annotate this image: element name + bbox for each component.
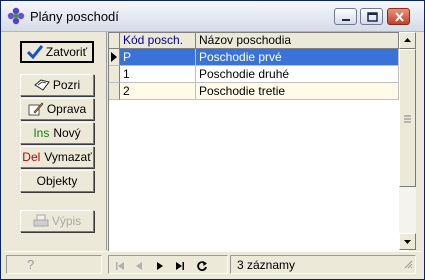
last-record-icon[interactable] <box>172 258 188 274</box>
minimize-button[interactable] <box>334 8 357 25</box>
ins-shortcut-label: Ins <box>33 126 50 140</box>
row-indicator <box>109 66 120 83</box>
navigator-panel <box>108 255 228 274</box>
first-record-icon[interactable] <box>112 258 128 274</box>
view-button[interactable]: Pozri <box>20 74 94 96</box>
new-button[interactable]: Ins Nový <box>20 122 94 144</box>
delete-button[interactable]: Del Vymazať <box>20 146 94 168</box>
view-label: Pozri <box>52 78 81 92</box>
objects-label: Objekty <box>36 174 78 188</box>
header-indicator <box>109 33 120 49</box>
record-count: 3 záznamy <box>237 258 296 272</box>
table-row[interactable]: P Poschodie prvé <box>109 49 399 66</box>
cell-code[interactable]: P <box>120 49 196 66</box>
floor-plans-grid[interactable]: Kód posch. Názov poschodia P Poschodie p… <box>108 32 409 251</box>
window-title: Plány poschodí <box>30 9 119 24</box>
cell-name[interactable]: Poschodie tretie <box>196 83 399 100</box>
edit-button[interactable]: Oprava <box>20 98 94 120</box>
previous-record-icon[interactable] <box>131 258 147 274</box>
next-record-icon[interactable] <box>152 258 168 274</box>
print-button[interactable]: Výpis <box>20 210 94 232</box>
column-header-code[interactable]: Kód posch. <box>120 33 196 49</box>
status-bar: ? 3 záznamy <box>4 251 421 278</box>
cell-code[interactable]: 1 <box>120 66 196 83</box>
vertical-scrollbar[interactable] <box>399 32 416 250</box>
objects-button[interactable]: Objekty <box>20 170 94 192</box>
help-icon[interactable]: ? <box>27 257 34 272</box>
new-label: Nový <box>53 126 81 140</box>
table-row[interactable]: 1 Poschodie druhé <box>109 66 399 83</box>
maximize-button[interactable] <box>360 8 383 25</box>
current-row-indicator-icon <box>109 49 120 66</box>
edit-pencil-icon <box>28 102 44 116</box>
row-indicator <box>109 83 120 100</box>
scroll-up-button[interactable] <box>399 32 416 49</box>
checkmark-icon <box>26 45 43 59</box>
record-count-panel: 3 záznamy <box>230 255 416 274</box>
app-flower-icon <box>7 7 25 25</box>
close-button[interactable] <box>387 8 410 25</box>
column-header-name[interactable]: Názov poschodia <box>196 33 399 49</box>
refresh-icon[interactable] <box>194 258 210 274</box>
cell-name[interactable]: Poschodie druhé <box>196 66 399 83</box>
help-panel[interactable]: ? <box>6 255 102 274</box>
print-label: Výpis <box>51 214 82 228</box>
cell-code[interactable]: 2 <box>120 83 196 100</box>
table-row[interactable]: 2 Poschodie tretie <box>109 83 399 100</box>
close-form-label: Zatvoriť <box>45 45 88 59</box>
delete-label: Vymazať <box>44 150 92 164</box>
size-grip-icon[interactable] <box>403 258 413 272</box>
title-bar[interactable]: Plány poschodí <box>1 1 424 32</box>
close-form-button[interactable]: Zatvoriť <box>20 41 94 63</box>
window: Plány poschodí Zatvoriť Pozri Oprava Ins… <box>0 0 425 280</box>
cell-name[interactable]: Poschodie prvé <box>196 49 399 66</box>
del-shortcut-label: Del <box>22 150 41 164</box>
grid-header: Kód posch. Názov poschodia <box>109 33 399 49</box>
scroll-down-button[interactable] <box>399 233 416 250</box>
edit-label: Oprava <box>46 102 87 116</box>
button-panel: Zatvoriť Pozri Oprava Ins Nový Del Vymaz… <box>4 32 107 250</box>
scroll-thumb[interactable] <box>399 49 416 187</box>
printer-icon <box>33 214 49 228</box>
view-icon <box>33 79 50 91</box>
